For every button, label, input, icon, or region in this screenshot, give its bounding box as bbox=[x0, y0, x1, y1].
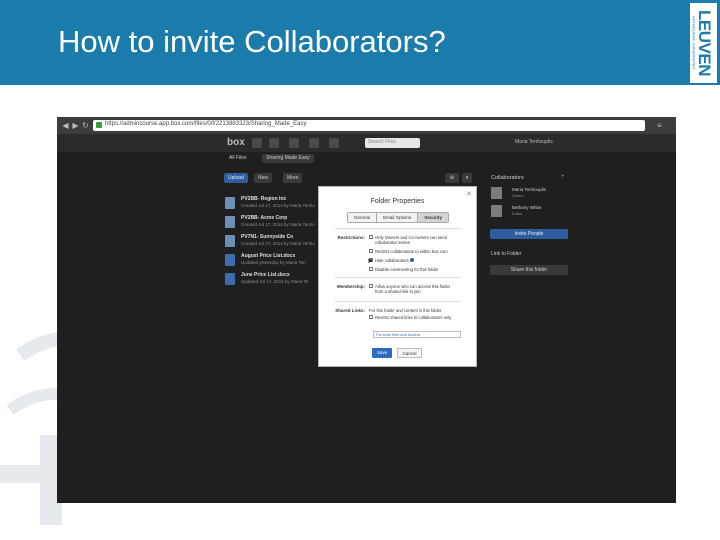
browser-menu-icon[interactable]: ≡ bbox=[657, 121, 669, 130]
breadcrumb: All Files Sharing Made Easy bbox=[57, 152, 676, 164]
disable-commenting-checkbox[interactable] bbox=[369, 267, 373, 271]
close-icon[interactable]: ✕ bbox=[466, 190, 472, 198]
restrictions-label: Restrictions: bbox=[337, 235, 365, 240]
option-label: Only Owners and Co-owners can send colla… bbox=[375, 234, 447, 245]
box-screenshot: ◀ ▶ ↻ https://admincourse.app.box.com/fi… bbox=[57, 117, 676, 503]
tab-general[interactable]: General bbox=[348, 213, 378, 222]
collaborator[interactable]: Maria Tenhouplis Owner bbox=[491, 187, 561, 201]
document-icon bbox=[225, 273, 235, 285]
reload-icon[interactable]: ↻ bbox=[81, 121, 90, 130]
collaborator-name: Bethany White bbox=[512, 205, 542, 210]
mouse-pointer-icon: ➤ bbox=[367, 258, 373, 265]
cancel-button[interactable]: Cancel bbox=[397, 348, 422, 358]
folder-icon bbox=[225, 235, 235, 247]
divider bbox=[335, 301, 461, 302]
invite-people-button[interactable]: Invite People bbox=[490, 229, 568, 239]
collaborators-title: Collaborators bbox=[491, 175, 524, 181]
share-folder-button[interactable]: Share this folder bbox=[490, 265, 568, 275]
dialog-tabs: General Email Options Security bbox=[347, 212, 449, 223]
new-button[interactable]: New bbox=[254, 173, 273, 183]
address-bar[interactable]: https://admincourse.app.box.com/files/0/… bbox=[93, 120, 645, 131]
option-label: Allow anyone who can access this folder … bbox=[375, 283, 451, 294]
university-logo: KATHOLIEKE UNIVERSITEIT LEUVEN bbox=[690, 3, 717, 83]
tab-security[interactable]: Security bbox=[418, 213, 448, 222]
tasks-icon[interactable] bbox=[289, 138, 299, 148]
hide-collaborators-label: Hide collaborators bbox=[375, 257, 409, 263]
gear-icon[interactable]: ⚙ bbox=[445, 173, 459, 183]
file-name: August Price List.docx bbox=[241, 253, 296, 259]
collaborator[interactable]: Bethany White Editor bbox=[491, 205, 561, 219]
option-label: Restrict shared links to collaborators o… bbox=[375, 314, 452, 320]
collaborator-name: Maria Tenhouplis bbox=[512, 187, 546, 192]
address-url: https://admincourse.app.box.com/files/0/… bbox=[105, 121, 307, 127]
back-arrow-icon[interactable]: ◀ bbox=[61, 121, 70, 130]
divider bbox=[335, 228, 461, 229]
forward-arrow-icon[interactable]: ▶ bbox=[71, 121, 80, 130]
membership-checkbox[interactable] bbox=[369, 284, 373, 288]
user-menu[interactable]: Maria Tenhouplis bbox=[515, 139, 553, 145]
document-icon bbox=[225, 254, 235, 266]
file-name: PV2BB- Acme Corp bbox=[241, 215, 288, 221]
restrict-collaboration-checkbox[interactable] bbox=[369, 249, 373, 253]
people-icon[interactable] bbox=[309, 138, 319, 148]
save-button[interactable]: Save bbox=[372, 348, 392, 358]
file-meta: Created Jul 17, 2014 by Maria Tenho bbox=[241, 241, 315, 246]
file-meta: Created Jul 17, 2014 by Maria Tenho bbox=[241, 203, 315, 208]
chevron-down-icon[interactable]: ▾ bbox=[462, 173, 472, 183]
search-placeholder: Search Files bbox=[368, 139, 396, 145]
shared-links-select[interactable]: For both files and folders bbox=[373, 331, 461, 338]
dialog-title: Folder Properties bbox=[370, 198, 425, 205]
info-icon[interactable] bbox=[409, 258, 414, 263]
membership-label: Membership: bbox=[336, 284, 365, 289]
file-name: June Price List.docx bbox=[241, 272, 290, 278]
shared-links-label: Shared Links: bbox=[335, 308, 365, 313]
collaborator-role: Editor bbox=[512, 211, 523, 216]
box-app-bar: box Search Files Maria Tenhouplis bbox=[57, 134, 676, 152]
folder-properties-dialog: ✕ Folder Properties General Email Option… bbox=[318, 186, 477, 367]
more-button[interactable]: More bbox=[283, 173, 303, 183]
updates-icon[interactable] bbox=[269, 138, 279, 148]
collaborator-role: Owner bbox=[512, 193, 524, 198]
option-label: Restrict collaboration to within box.com bbox=[375, 248, 448, 254]
owner-invites-checkbox[interactable] bbox=[369, 235, 373, 239]
file-meta: Updated yesterday by Maria Ten bbox=[241, 260, 306, 265]
browser-toolbar: ◀ ▶ ↻ https://admincourse.app.box.com/fi… bbox=[57, 117, 676, 134]
search-input[interactable]: Search Files bbox=[365, 138, 420, 148]
file-name: PV2BB- Region Inc bbox=[241, 196, 287, 202]
restrict-links-checkbox[interactable] bbox=[369, 315, 373, 319]
upload-button[interactable]: Upload bbox=[224, 173, 248, 183]
box-logo[interactable]: box bbox=[227, 137, 245, 148]
avatar bbox=[491, 187, 502, 199]
avatar bbox=[491, 205, 502, 217]
slide-header: How to invite Collaborators? KATHOLIEKE … bbox=[0, 0, 720, 85]
breadcrumb-all-files[interactable]: All Files bbox=[225, 154, 251, 163]
shared-links-note-text: For this folder and content in this fold… bbox=[369, 307, 442, 313]
tab-email-options[interactable]: Email Options bbox=[377, 213, 419, 222]
link-to-folder-label: Link to Folder bbox=[491, 251, 522, 257]
divider bbox=[335, 277, 461, 278]
breadcrumb-current-folder[interactable]: Sharing Made Easy bbox=[262, 154, 314, 163]
slide-title: How to invite Collaborators? bbox=[58, 24, 446, 59]
home-icon[interactable] bbox=[252, 138, 262, 148]
logo-wordmark: LEUVEN bbox=[694, 10, 714, 76]
folder-icon bbox=[225, 197, 235, 209]
lock-icon bbox=[96, 122, 102, 128]
file-meta: Created Jul 17, 2014 by Maria Tenho bbox=[241, 222, 315, 227]
file-meta: Updated Jul 17, 2014 by Maria Te bbox=[241, 279, 309, 284]
apps-icon[interactable] bbox=[329, 138, 339, 148]
folder-icon bbox=[225, 216, 235, 228]
file-name: PV7N1- Sunnyside Co bbox=[241, 234, 294, 240]
add-collaborator-icon[interactable]: + bbox=[561, 174, 565, 180]
option-label: Hide collaborators bbox=[375, 258, 475, 263]
option-label: Disable commenting for this folder bbox=[375, 266, 439, 272]
